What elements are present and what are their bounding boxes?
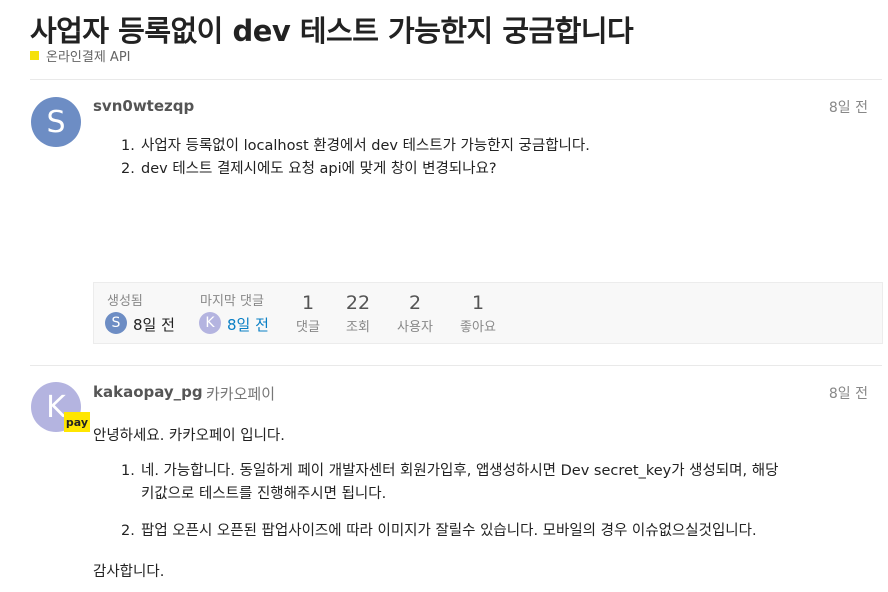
stat-likes-label: 좋아요 [460,320,496,335]
post-closing: 감사합니다. [93,564,165,580]
post-date[interactable]: 8일 전 [829,383,868,403]
list-text-line: 네. 가능합니다. 동일하게 페이 개발자센터 회원가입후, 앱생성하시면 De… [141,463,779,479]
topic-title: 사업자 등록없이 dev 테스트 가능한지 궁금합니다 [30,14,634,48]
list-text: 사업자 등록없이 localhost 환경에서 dev 테스트가 가능한지 궁금… [141,138,590,154]
post-greeting: 안녕하세요. 카카오페이 입니다. [93,428,285,444]
list-text-line: 키값으로 테스트를 진행해주시면 됩니다. [141,486,387,502]
list-number: 2. [121,523,135,539]
divider [30,365,882,366]
avatar[interactable]: S [105,312,127,334]
last-reply-label: 마지막 댓글 [200,294,264,309]
category-link[interactable]: 온라인결제 API [30,46,131,65]
list-text: dev 테스트 결제시에도 요청 api에 맞게 창이 변경되나요? [141,161,497,177]
created-label: 생성됨 [107,294,143,309]
list-number: 1. [121,138,135,154]
list-number: 2. [121,161,135,177]
badge-text: pay [65,415,89,429]
list-item: 2. dev 테스트 결제시에도 요청 api에 맞게 창이 변경되나요? [121,158,590,181]
stat-users-count: 2 [408,292,422,314]
post-list: 1. 네. 가능합니다. 동일하게 페이 개발자센터 회원가입후, 앱생성하시면… [121,460,861,543]
stat-replies-count: 1 [301,292,315,314]
pay-badge-icon: pay [64,412,90,432]
avatar[interactable]: S [31,97,81,147]
stat-likes-count: 1 [471,292,485,314]
list-number: 1. [121,463,135,479]
list-item: 2. 팝업 오픈시 오픈된 팝업사이즈에 따라 이미지가 잘릴수 있습니다. 모… [121,520,861,543]
category-color-swatch [30,51,39,60]
avatar-letter: K [205,315,215,331]
category-label: 온라인결제 API [46,50,131,65]
list-item: 1. 사업자 등록없이 localhost 환경에서 dev 테스트가 가능한지 … [121,135,590,158]
topic-map-expand[interactable] [808,282,883,344]
stat-replies-label: 댓글 [296,320,320,335]
post-username[interactable]: kakaopay_pg [93,383,203,401]
last-reply-date[interactable]: 8일 전 [227,314,269,335]
stat-users-label: 사용자 [397,320,433,335]
stat-views-count: 22 [345,292,371,314]
post-list: 1. 사업자 등록없이 localhost 환경에서 dev 테스트가 가능한지 … [121,135,590,181]
avatar-letter: S [46,104,66,140]
post-date[interactable]: 8일 전 [829,97,868,117]
post-username[interactable]: svn0wtezqp [93,97,194,115]
avatar-letter: K [46,389,66,425]
stat-views-label: 조회 [346,320,370,335]
avatar-letter: S [111,315,121,331]
list-text-line: 팝업 오픈시 오픈된 팝업사이즈에 따라 이미지가 잘릴수 있습니다. 모바일의… [141,523,757,539]
post-fullname[interactable]: 카카오페이 [206,383,275,404]
divider [30,79,882,80]
avatar[interactable]: K [199,312,221,334]
topic-map: 생성됨 S 8일 전 마지막 댓글 K 8일 전 1 댓글 22 조회 2 사용… [93,282,809,344]
created-date[interactable]: 8일 전 [133,314,175,335]
list-item: 1. 네. 가능합니다. 동일하게 페이 개발자센터 회원가입후, 앱생성하시면… [121,460,861,506]
